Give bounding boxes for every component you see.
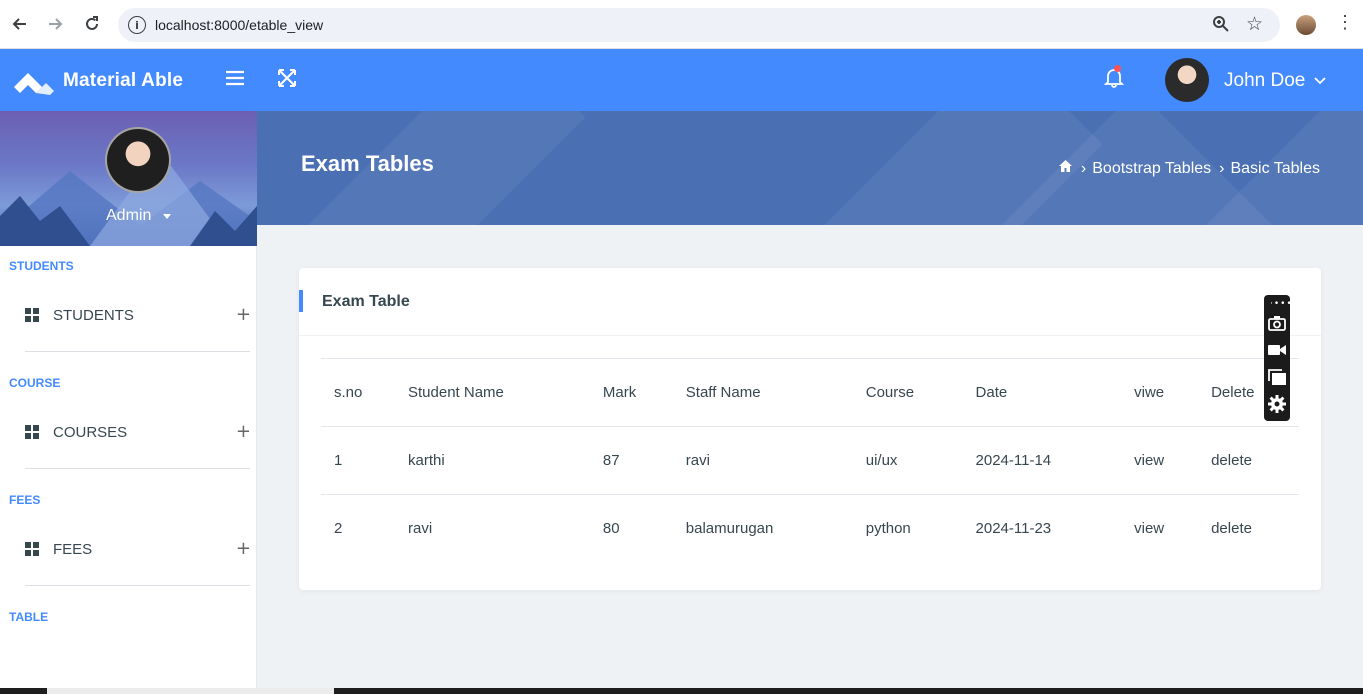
cell-date: 2024-11-23 [962, 494, 1122, 563]
sidebar-item-label: FEES [53, 540, 93, 558]
cell-student-name: karthi [395, 426, 590, 495]
cell-course: python [852, 494, 963, 563]
column-header: viwe [1121, 358, 1199, 427]
site-info-icon[interactable]: i [128, 16, 146, 34]
plus-icon[interactable]: + [236, 538, 251, 559]
plus-icon[interactable]: + [236, 304, 251, 325]
admin-name[interactable]: Admin [106, 207, 151, 225]
delete-link[interactable]: delete [1198, 494, 1299, 563]
more-icon[interactable]: ·••• [1270, 299, 1293, 309]
fullscreen-icon[interactable] [277, 68, 297, 93]
divider [25, 585, 250, 586]
table-row: 2 ravi 80 balamurugan python 2024-11-23 … [321, 494, 1299, 563]
cell-mark: 80 [589, 494, 673, 563]
bookmark-star-icon[interactable]: ☆ [1246, 13, 1263, 36]
reload-icon[interactable] [81, 13, 103, 35]
app-header: Material Able John Doe [0, 49, 1363, 111]
cell-sno: 2 [321, 494, 395, 563]
sidebar-item-courses[interactable]: COURSES + [25, 420, 251, 444]
sidebar-item-label: STUDENTS [53, 306, 134, 324]
breadcrumb-item[interactable]: Bootstrap Tables [1092, 160, 1211, 178]
browser-menu-icon[interactable]: ⋮ [1336, 12, 1354, 33]
page-header-banner: Exam Tables › Bootstrap Tables › Basic T… [257, 111, 1363, 225]
page-title: Exam Tables [301, 151, 434, 176]
exam-table-card: Exam Table s.no Student Name Mark Staff … [299, 268, 1321, 590]
brand-name: Material Able [63, 70, 184, 91]
sidebar: Admin STUDENTS STUDENTS + COURSE COURSES… [0, 111, 257, 694]
view-link[interactable]: view [1121, 494, 1199, 563]
card-title: Exam Table [322, 293, 410, 310]
menu-toggle-icon[interactable] [226, 70, 244, 91]
column-header: Staff Name [672, 358, 853, 427]
cell-staff-name: balamurugan [672, 494, 853, 563]
grid-icon [25, 425, 39, 439]
cell-staff-name: ravi [672, 426, 853, 495]
breadcrumb-separator: › [1219, 159, 1225, 177]
delete-link[interactable]: delete [1198, 426, 1299, 495]
cell-student-name: ravi [395, 494, 590, 563]
cell-date: 2024-11-14 [962, 426, 1122, 495]
divider [25, 468, 250, 469]
column-header: Course [852, 358, 963, 427]
cell-mark: 87 [589, 426, 673, 495]
grid-icon [25, 542, 39, 556]
back-arrow-icon[interactable] [9, 13, 31, 35]
view-link[interactable]: view [1121, 426, 1199, 495]
browser-toolbar: i localhost:8000/etable_view ☆ ⋮ [0, 0, 1363, 49]
column-header: Student Name [395, 358, 590, 427]
sidebar-item-fees[interactable]: FEES + [25, 537, 251, 561]
divider [25, 351, 250, 352]
address-bar[interactable]: i localhost:8000/etable_view ☆ [118, 8, 1280, 42]
cell-sno: 1 [321, 426, 395, 495]
table-header-row: s.no Student Name Mark Staff Name Course… [321, 358, 1299, 427]
cell-course: ui/ux [852, 426, 963, 495]
column-header: Mark [589, 358, 673, 427]
divider [299, 335, 1321, 336]
screen-recorder-toolbar: ·••• [1264, 295, 1293, 421]
video-icon[interactable] [1267, 340, 1287, 360]
admin-avatar[interactable] [105, 127, 171, 193]
breadcrumb-item[interactable]: Basic Tables [1230, 160, 1320, 178]
column-header: Date [962, 358, 1122, 427]
forward-arrow-icon[interactable] [44, 13, 66, 35]
user-name[interactable]: John Doe [1224, 70, 1305, 92]
taskbar-strip [0, 688, 1363, 694]
sidebar-item-label: COURSES [53, 423, 128, 441]
home-icon[interactable] [1058, 159, 1073, 178]
brand-mark-icon [14, 73, 54, 95]
table-row: 1 karthi 87 ravi ui/ux 2024-11-14 view d… [321, 426, 1299, 495]
window-icon[interactable] [1267, 367, 1287, 387]
plus-icon[interactable]: + [236, 421, 251, 442]
sidebar-profile-panel: Admin [0, 111, 257, 246]
notification-badge [1114, 65, 1121, 72]
breadcrumb: › Bootstrap Tables › Basic Tables [1058, 159, 1320, 178]
exam-table: s.no Student Name Mark Staff Name Course… [321, 358, 1299, 563]
chevron-down-icon[interactable] [1314, 73, 1326, 91]
url-text[interactable]: localhost:8000/etable_view [155, 17, 323, 33]
card-accent-bar [299, 290, 303, 312]
nav-section-course: COURSE [9, 376, 61, 390]
column-header: s.no [321, 358, 395, 427]
grid-icon [25, 308, 39, 322]
caret-down-icon[interactable] [163, 214, 171, 219]
browser-profile-avatar[interactable] [1296, 15, 1316, 35]
breadcrumb-separator: › [1080, 159, 1087, 177]
user-avatar[interactable] [1165, 58, 1209, 102]
brand-logo[interactable]: Material Able [14, 67, 183, 95]
sidebar-item-students[interactable]: STUDENTS + [25, 303, 251, 327]
nav-section-table: TABLE [9, 610, 49, 624]
nav-section-students: STUDENTS [9, 259, 74, 273]
settings-icon[interactable] [1267, 394, 1287, 414]
zoom-icon[interactable] [1212, 15, 1230, 38]
camera-icon[interactable] [1267, 313, 1287, 333]
nav-section-fees: FEES [9, 493, 41, 507]
taskbar-segment [47, 688, 334, 694]
